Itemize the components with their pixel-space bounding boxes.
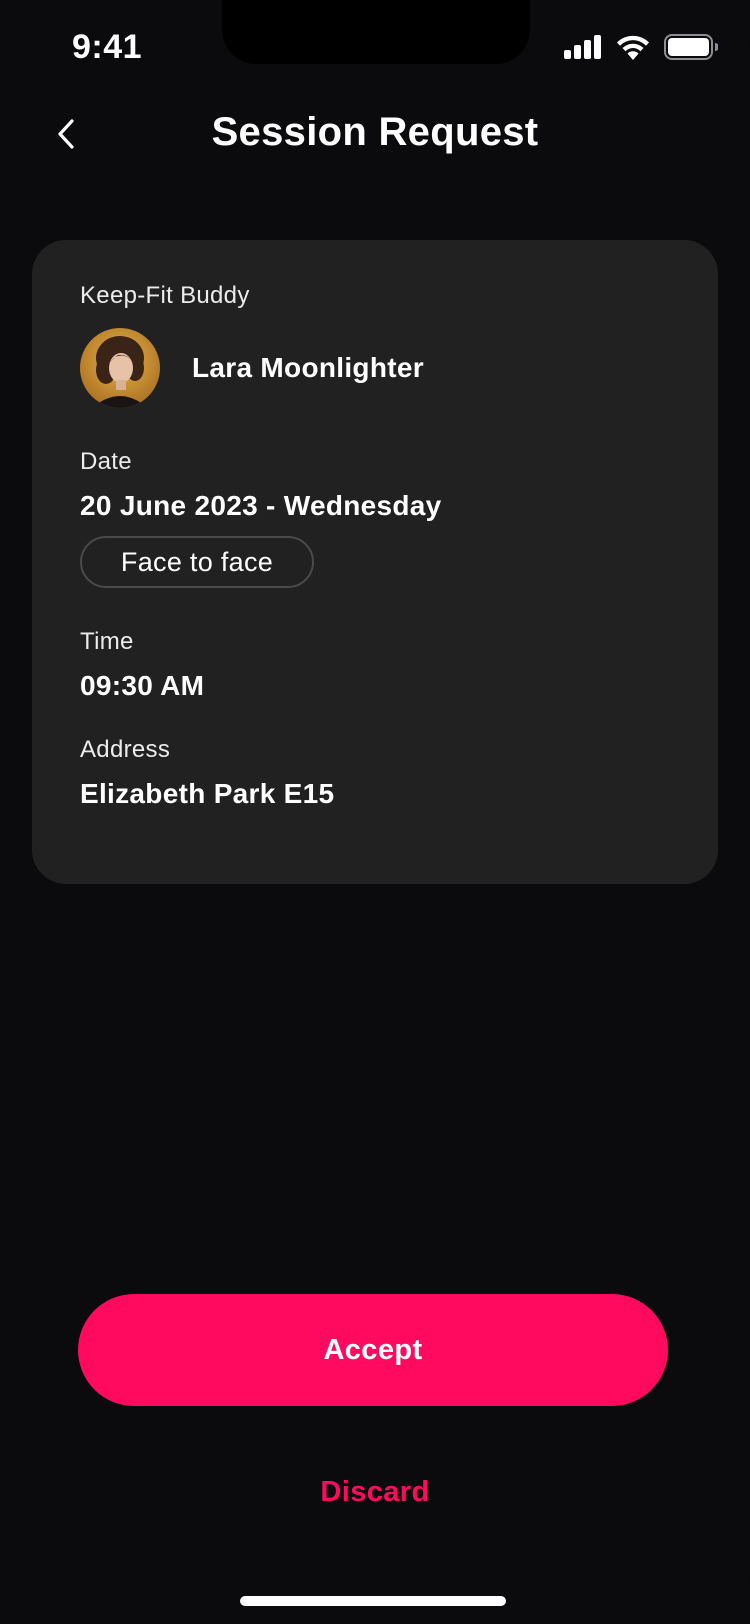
page-title: Session Request bbox=[211, 110, 539, 154]
avatar[interactable] bbox=[80, 328, 160, 408]
time-label: Time bbox=[80, 628, 134, 655]
status-icons bbox=[564, 34, 718, 60]
device-notch bbox=[222, 0, 530, 64]
time-value: 09:30 AM bbox=[80, 670, 205, 701]
session-mode-badge: Face to face bbox=[80, 536, 314, 588]
date-value: 20 June 2023 - Wednesday bbox=[80, 490, 442, 521]
status-time: 9:41 bbox=[72, 28, 143, 66]
home-indicator[interactable] bbox=[240, 1596, 506, 1606]
phone-screen: 9:41 Session Request Keep-Fit Buddy Lara… bbox=[0, 0, 750, 1624]
wifi-icon bbox=[616, 35, 650, 60]
address-label: Address bbox=[80, 736, 171, 763]
discard-button[interactable]: Discard bbox=[0, 1476, 750, 1509]
buddy-name: Lara Moonlighter bbox=[192, 352, 424, 383]
session-details-card: Keep-Fit Buddy Lara Moonlighter Date 20 … bbox=[32, 240, 718, 884]
date-label: Date bbox=[80, 448, 132, 475]
accept-button[interactable]: Accept bbox=[78, 1294, 668, 1406]
buddy-label: Keep-Fit Buddy bbox=[80, 282, 250, 309]
address-value: Elizabeth Park E15 bbox=[80, 778, 335, 809]
battery-icon bbox=[664, 34, 718, 60]
cellular-signal-icon bbox=[564, 35, 602, 59]
